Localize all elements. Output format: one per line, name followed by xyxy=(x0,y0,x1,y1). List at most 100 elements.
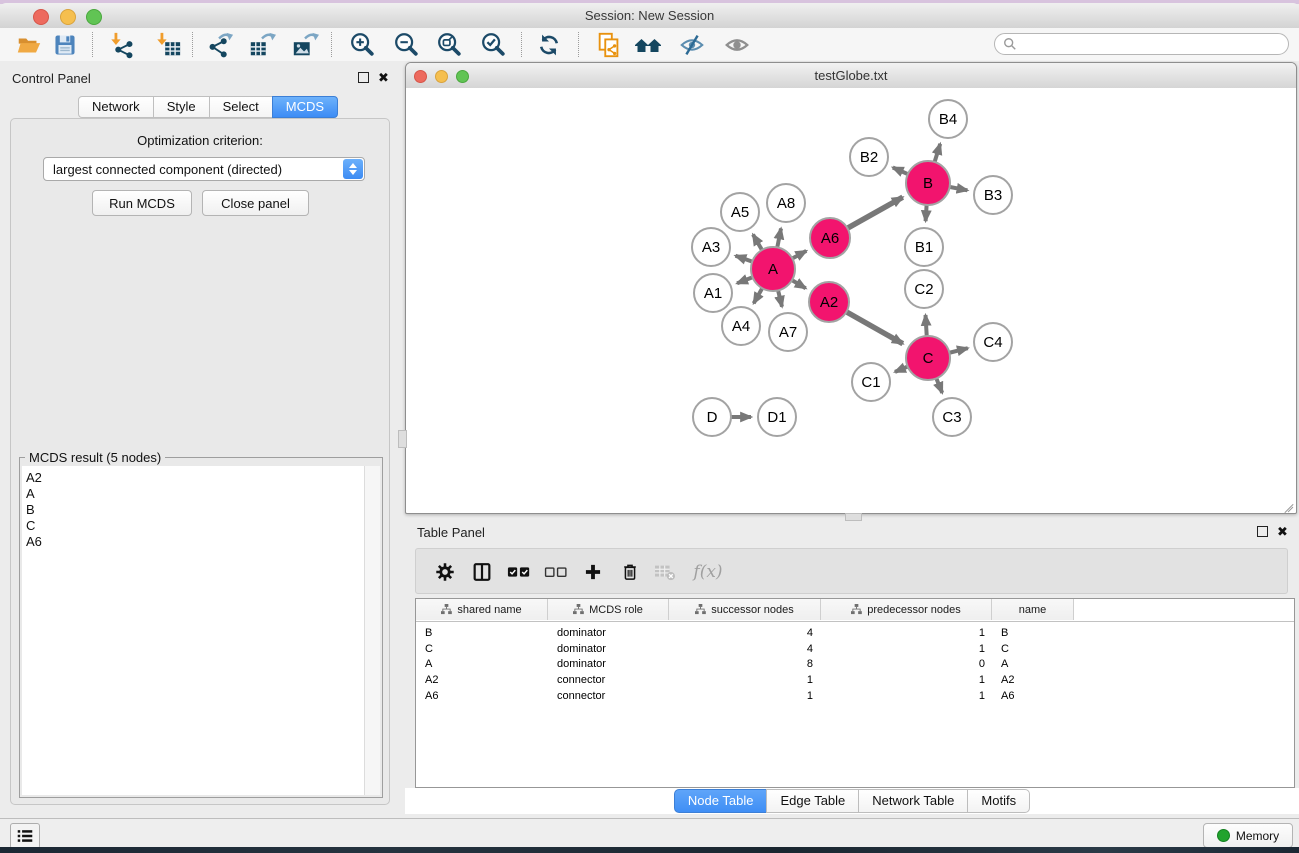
add-column-button[interactable] xyxy=(578,557,608,587)
tab-motifs[interactable]: Motifs xyxy=(967,789,1030,813)
graph-edge-A6-B[interactable] xyxy=(845,197,903,230)
zoom-fit-button[interactable] xyxy=(432,29,466,60)
column-header-predecessor-nodes[interactable]: predecessor nodes xyxy=(821,599,992,620)
window-resize-grip[interactable] xyxy=(1283,500,1294,511)
table-cell[interactable]: connector xyxy=(548,674,669,686)
hide-graphics-details-button[interactable] xyxy=(675,29,709,60)
table-cell[interactable]: 1 xyxy=(821,627,992,639)
mcds-result-item[interactable]: C xyxy=(26,518,365,534)
table-cell[interactable]: A xyxy=(992,658,1074,670)
delete-table-button[interactable] xyxy=(650,557,680,587)
refresh-button[interactable] xyxy=(532,29,566,60)
mcds-result-item[interactable]: B xyxy=(26,502,365,518)
network-graph[interactable]: B4B2BB3A5A8A6A3B1AA1C2A2A4A7C4CC1C3DD1 xyxy=(406,88,1296,512)
table-cell[interactable]: A6 xyxy=(416,690,548,702)
float-table-panel-icon[interactable] xyxy=(1257,526,1268,537)
table-cell[interactable]: dominator xyxy=(548,643,669,655)
table-cell[interactable]: dominator xyxy=(548,658,669,670)
criterion-select[interactable]: largest connected component (directed) xyxy=(43,157,365,181)
delete-column-button[interactable] xyxy=(615,557,645,587)
tab-mcds[interactable]: MCDS xyxy=(272,96,338,118)
table-cell[interactable]: A2 xyxy=(992,674,1074,686)
zoom-in-button[interactable] xyxy=(345,29,379,60)
table-cell[interactable]: B xyxy=(416,627,548,639)
memory-button[interactable]: Memory xyxy=(1203,823,1293,848)
column-header-shared-name[interactable]: shared name xyxy=(416,599,548,620)
table-settings-button[interactable] xyxy=(430,557,460,587)
table-cell[interactable]: 1 xyxy=(669,690,821,702)
table-cell[interactable]: A2 xyxy=(416,674,548,686)
table-cell[interactable]: 4 xyxy=(669,643,821,655)
table-row-C[interactable]: Cdominator41C xyxy=(416,641,1294,657)
table-cell[interactable]: 1 xyxy=(821,674,992,686)
mcds-result-item[interactable]: A6 xyxy=(26,534,365,550)
mcds-result-item[interactable]: A xyxy=(26,486,365,502)
import-network-button[interactable] xyxy=(105,29,139,60)
graph-node-label-A: A xyxy=(768,261,778,278)
open-session-button[interactable] xyxy=(12,29,46,60)
table-row-A6[interactable]: A6connector11A6 xyxy=(416,688,1294,704)
show-graphics-details-button[interactable] xyxy=(720,29,754,60)
select-all-button[interactable] xyxy=(504,557,534,587)
graph-node-label-A7: A7 xyxy=(779,324,797,341)
table-cell[interactable]: B xyxy=(992,627,1074,639)
save-session-button[interactable] xyxy=(48,29,82,60)
mcds-result-item[interactable]: A2 xyxy=(26,470,365,486)
column-header-name[interactable]: name xyxy=(992,599,1074,620)
table-cell[interactable]: 1 xyxy=(669,674,821,686)
table-row-A2[interactable]: A2connector11A2 xyxy=(416,672,1294,688)
graph-edge-A2-C[interactable] xyxy=(844,310,903,343)
table-cell[interactable]: 0 xyxy=(821,658,992,670)
table-cell[interactable]: 1 xyxy=(821,690,992,702)
table-row-B[interactable]: Bdominator41B xyxy=(416,625,1294,641)
export-network-button[interactable] xyxy=(203,29,237,60)
graph-node-label-C1: C1 xyxy=(861,374,880,391)
deselect-all-button[interactable] xyxy=(541,557,571,587)
close-panel-button[interactable]: Close panel xyxy=(202,190,309,216)
new-network-from-selection-button[interactable] xyxy=(592,29,626,60)
column-header-label: successor nodes xyxy=(711,604,794,616)
mcds-result-list[interactable]: A2ABCA6 xyxy=(22,466,365,795)
search-field[interactable] xyxy=(994,33,1289,55)
tab-network-table[interactable]: Network Table xyxy=(858,789,968,813)
zoom-out-button[interactable] xyxy=(389,29,423,60)
function-builder-button[interactable]: f(x) xyxy=(688,557,728,587)
tab-select[interactable]: Select xyxy=(209,96,273,118)
result-scrollbar[interactable] xyxy=(364,466,380,795)
float-panel-icon[interactable] xyxy=(358,72,369,83)
column-header-successor-nodes[interactable]: successor nodes xyxy=(669,599,821,620)
tab-node-table[interactable]: Node Table xyxy=(674,789,768,813)
table-cell[interactable]: C xyxy=(992,643,1074,655)
column-header-MCDS-role[interactable]: MCDS role xyxy=(548,599,669,620)
tab-edge-table[interactable]: Edge Table xyxy=(766,789,859,813)
zoom-selected-button[interactable] xyxy=(476,29,510,60)
task-history-button[interactable] xyxy=(10,823,40,849)
table-row-A[interactable]: Adominator80A xyxy=(416,656,1294,672)
table-cell[interactable]: dominator xyxy=(548,627,669,639)
insert-column-button[interactable] xyxy=(467,557,497,587)
export-table-button[interactable] xyxy=(245,29,279,60)
home-button[interactable] xyxy=(631,29,665,60)
run-mcds-button[interactable]: Run MCDS xyxy=(92,190,192,216)
table-cell[interactable]: A xyxy=(416,658,548,670)
tab-style[interactable]: Style xyxy=(153,96,210,118)
table-cell[interactable]: A6 xyxy=(992,690,1074,702)
export-image-button[interactable] xyxy=(288,29,322,60)
vertical-splitter-handle[interactable] xyxy=(398,430,407,448)
table-cell[interactable]: C xyxy=(416,643,548,655)
close-table-panel-icon[interactable]: ✖ xyxy=(1277,526,1288,537)
hierarchy-icon xyxy=(573,604,584,615)
table-cell[interactable]: connector xyxy=(548,690,669,702)
table-cell[interactable]: 4 xyxy=(669,627,821,639)
network-canvas[interactable]: B4B2BB3A5A8A6A3B1AA1C2A2A4A7C4CC1C3DD1 xyxy=(406,88,1296,512)
close-panel-icon[interactable]: ✖ xyxy=(378,72,389,83)
memory-label: Memory xyxy=(1236,829,1279,843)
table-cell[interactable]: 1 xyxy=(821,643,992,655)
network-window-titlebar[interactable]: testGlobe.txt xyxy=(406,63,1296,89)
select-stepper-icon xyxy=(343,159,363,179)
graph-node-label-A2: A2 xyxy=(820,294,838,311)
search-input[interactable] xyxy=(1022,36,1288,52)
tab-network[interactable]: Network xyxy=(78,96,154,118)
import-table-button[interactable] xyxy=(151,29,185,60)
table-cell[interactable]: 8 xyxy=(669,658,821,670)
